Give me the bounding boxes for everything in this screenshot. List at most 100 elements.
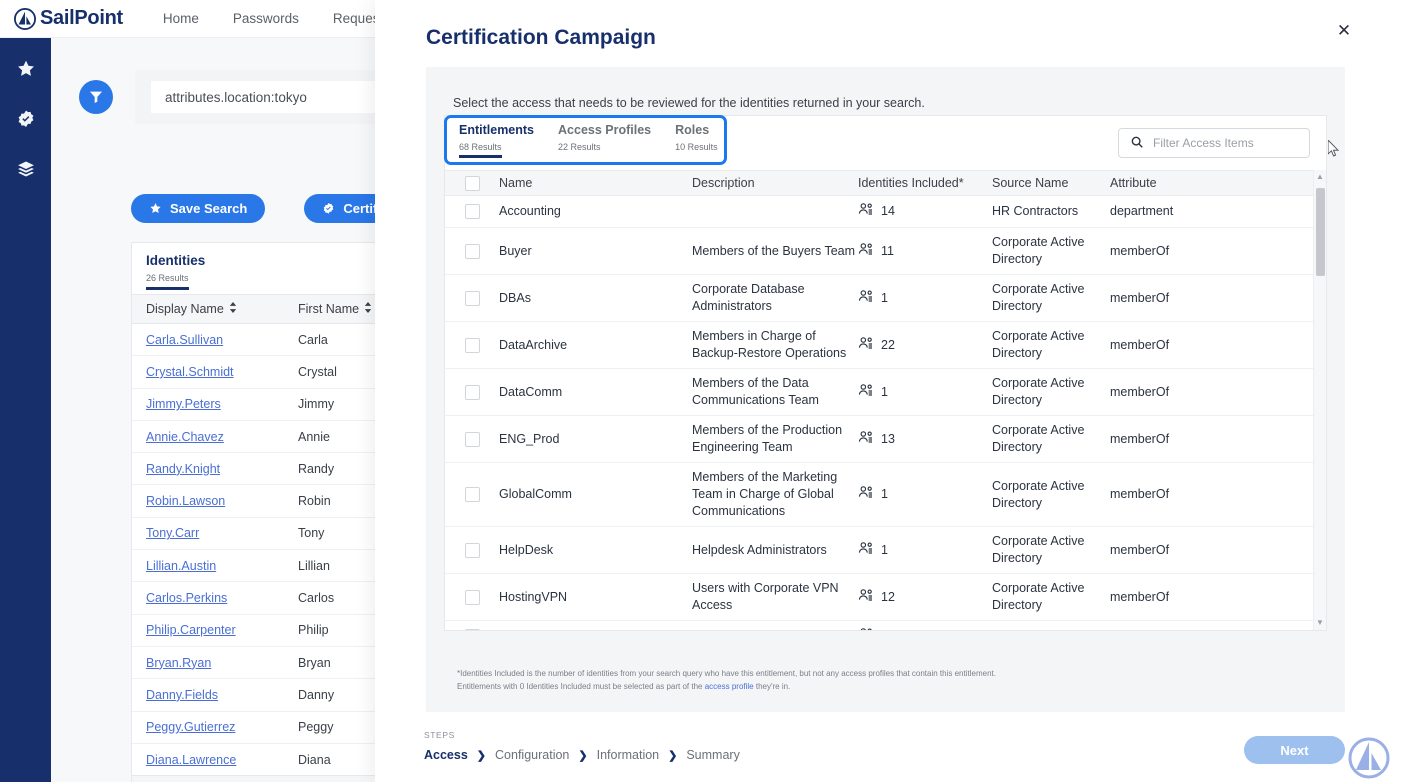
- row-checkbox-cell[interactable]: [445, 332, 499, 359]
- filter-funnel-icon[interactable]: [79, 80, 113, 114]
- identity-display-name-link[interactable]: Tony.Carr: [146, 526, 298, 540]
- access-profile-link[interactable]: access profile: [705, 682, 754, 691]
- row-checkbox-cell[interactable]: [445, 238, 499, 265]
- select-all-cell[interactable]: [445, 176, 499, 191]
- column-header-identities-included[interactable]: Identities Included*: [858, 176, 992, 190]
- scrollbar-track[interactable]: [1314, 184, 1326, 616]
- table-row[interactable]: DataCommMembers of the Data Communicatio…: [445, 369, 1326, 416]
- identity-display-name-link[interactable]: Carlos.Perkins: [146, 591, 298, 605]
- star-icon[interactable]: [15, 58, 37, 80]
- row-checkbox-cell[interactable]: [445, 584, 499, 611]
- identity-display-name-link[interactable]: Jimmy.Peters: [146, 397, 298, 411]
- layers-icon[interactable]: [15, 158, 37, 180]
- cell-name: DataComm: [499, 378, 692, 407]
- row-checkbox-cell[interactable]: [445, 481, 499, 508]
- sort-icon[interactable]: [364, 302, 372, 316]
- search-input[interactable]: attributes.location:tokyo: [151, 81, 411, 113]
- cell-name: GlobalComm: [499, 480, 692, 509]
- table-row[interactable]: Human Resources12HR Contractorsdepartmen…: [445, 621, 1326, 630]
- column-label-first-name: First Name: [298, 302, 359, 316]
- row-checkbox-cell[interactable]: [445, 426, 499, 453]
- step-configuration[interactable]: Configuration: [495, 748, 569, 762]
- people-icon: [858, 627, 874, 630]
- certification-badge-icon[interactable]: [15, 108, 37, 130]
- row-checkbox[interactable]: [465, 385, 480, 400]
- identity-first-name: Crystal: [298, 365, 337, 379]
- row-checkbox-cell[interactable]: [445, 623, 499, 630]
- identity-display-name-link[interactable]: Randy.Knight: [146, 462, 298, 476]
- table-row[interactable]: ENG_ProdMembers of the Production Engine…: [445, 416, 1326, 463]
- row-checkbox[interactable]: [465, 432, 480, 447]
- table-row[interactable]: Accounting14HR Contractorsdepartment: [445, 196, 1326, 228]
- step-summary[interactable]: Summary: [686, 748, 739, 762]
- next-button[interactable]: Next: [1244, 736, 1345, 764]
- table-row[interactable]: HostingVPNUsers with Corporate VPN Acces…: [445, 574, 1326, 621]
- sort-icon[interactable]: [229, 302, 237, 316]
- identity-display-name-link[interactable]: Diana.Lawrence: [146, 753, 298, 767]
- select-all-checkbox[interactable]: [465, 176, 480, 191]
- cell-name: Accounting: [499, 197, 692, 226]
- row-checkbox[interactable]: [465, 291, 480, 306]
- scrollbar-thumb[interactable]: [1316, 188, 1325, 276]
- sailboat-logo-icon: [14, 8, 36, 30]
- identity-display-name-link[interactable]: Philip.Carpenter: [146, 623, 298, 637]
- access-type-tabs: Entitlements 68 Results Access Profiles …: [459, 123, 718, 158]
- row-checkbox[interactable]: [465, 244, 480, 259]
- step-information[interactable]: Information: [597, 748, 660, 762]
- tab-roles[interactable]: Roles 10 Results: [675, 123, 718, 158]
- identity-display-name-link[interactable]: Danny.Fields: [146, 688, 298, 702]
- identity-first-name: Carla: [298, 333, 328, 347]
- filter-access-items-input[interactable]: Filter Access Items: [1118, 128, 1310, 158]
- column-header-attribute[interactable]: Attribute: [1110, 176, 1230, 190]
- identity-display-name-link[interactable]: Bryan.Ryan: [146, 656, 298, 670]
- row-checkbox[interactable]: [465, 487, 480, 502]
- identities-count: 1: [881, 384, 888, 401]
- identity-display-name-link[interactable]: Crystal.Schmidt: [146, 365, 298, 379]
- table-scrollbar[interactable]: ▲ ▼: [1313, 170, 1326, 630]
- identity-display-name-link[interactable]: Robin.Lawson: [146, 494, 298, 508]
- identity-first-name: Robin: [298, 494, 331, 508]
- brand[interactable]: SailPoint: [14, 7, 123, 30]
- row-checkbox-cell[interactable]: [445, 285, 499, 312]
- tab-entitlements[interactable]: Entitlements 68 Results: [459, 123, 534, 158]
- row-checkbox-cell[interactable]: [445, 198, 499, 225]
- row-checkbox[interactable]: [465, 204, 480, 219]
- step-access[interactable]: Access: [424, 748, 468, 762]
- row-checkbox-cell[interactable]: [445, 379, 499, 406]
- cell-attribute: memberOf: [1110, 583, 1230, 612]
- close-icon[interactable]: ✕: [1333, 20, 1355, 42]
- column-header-source-name[interactable]: Source Name: [992, 176, 1110, 190]
- row-checkbox[interactable]: [465, 629, 480, 630]
- row-checkbox[interactable]: [465, 590, 480, 605]
- tab-entitlements-count: 68 Results: [459, 142, 502, 158]
- identity-display-name-link[interactable]: Carla.Sullivan: [146, 333, 298, 347]
- people-icon: [858, 336, 874, 355]
- table-row[interactable]: BuyerMembers of the Buyers Team11Corpora…: [445, 228, 1326, 275]
- scroll-up-icon[interactable]: ▲: [1316, 170, 1324, 184]
- row-checkbox[interactable]: [465, 543, 480, 558]
- identity-display-name-link[interactable]: Lillian.Austin: [146, 559, 298, 573]
- footnote-line-2-pre: Entitlements with 0 Identities Included …: [457, 682, 705, 691]
- cell-description: Helpdesk Administrators: [692, 536, 858, 565]
- cell-description: Corporate Database Administrators: [692, 275, 858, 321]
- column-header-first-name[interactable]: First Name: [298, 302, 372, 316]
- cell-attribute: memberOf: [1110, 284, 1230, 313]
- tab-roles-label: Roles: [675, 123, 718, 137]
- table-row[interactable]: DBAsCorporate Database Administrators1Co…: [445, 275, 1326, 322]
- row-checkbox[interactable]: [465, 338, 480, 353]
- mouse-cursor: [1328, 140, 1340, 158]
- identity-display-name-link[interactable]: Annie.Chavez: [146, 430, 298, 444]
- table-row[interactable]: DataArchiveMembers in Charge of Backup-R…: [445, 322, 1326, 369]
- nav-item-passwords[interactable]: Passwords: [233, 11, 299, 26]
- save-search-button[interactable]: Save Search: [131, 194, 265, 223]
- scroll-down-icon[interactable]: ▼: [1316, 616, 1324, 630]
- table-row[interactable]: HelpDeskHelpdesk Administrators1Corporat…: [445, 527, 1326, 574]
- column-header-description[interactable]: Description: [692, 176, 858, 190]
- row-checkbox-cell[interactable]: [445, 537, 499, 564]
- column-header-name[interactable]: Name: [499, 176, 692, 190]
- identity-display-name-link[interactable]: Peggy.Gutierrez: [146, 720, 298, 734]
- tab-access-profiles[interactable]: Access Profiles 22 Results: [558, 123, 651, 158]
- table-row[interactable]: GlobalCommMembers of the Marketing Team …: [445, 463, 1326, 527]
- nav-item-home[interactable]: Home: [163, 11, 199, 26]
- column-header-display-name[interactable]: Display Name: [146, 302, 298, 316]
